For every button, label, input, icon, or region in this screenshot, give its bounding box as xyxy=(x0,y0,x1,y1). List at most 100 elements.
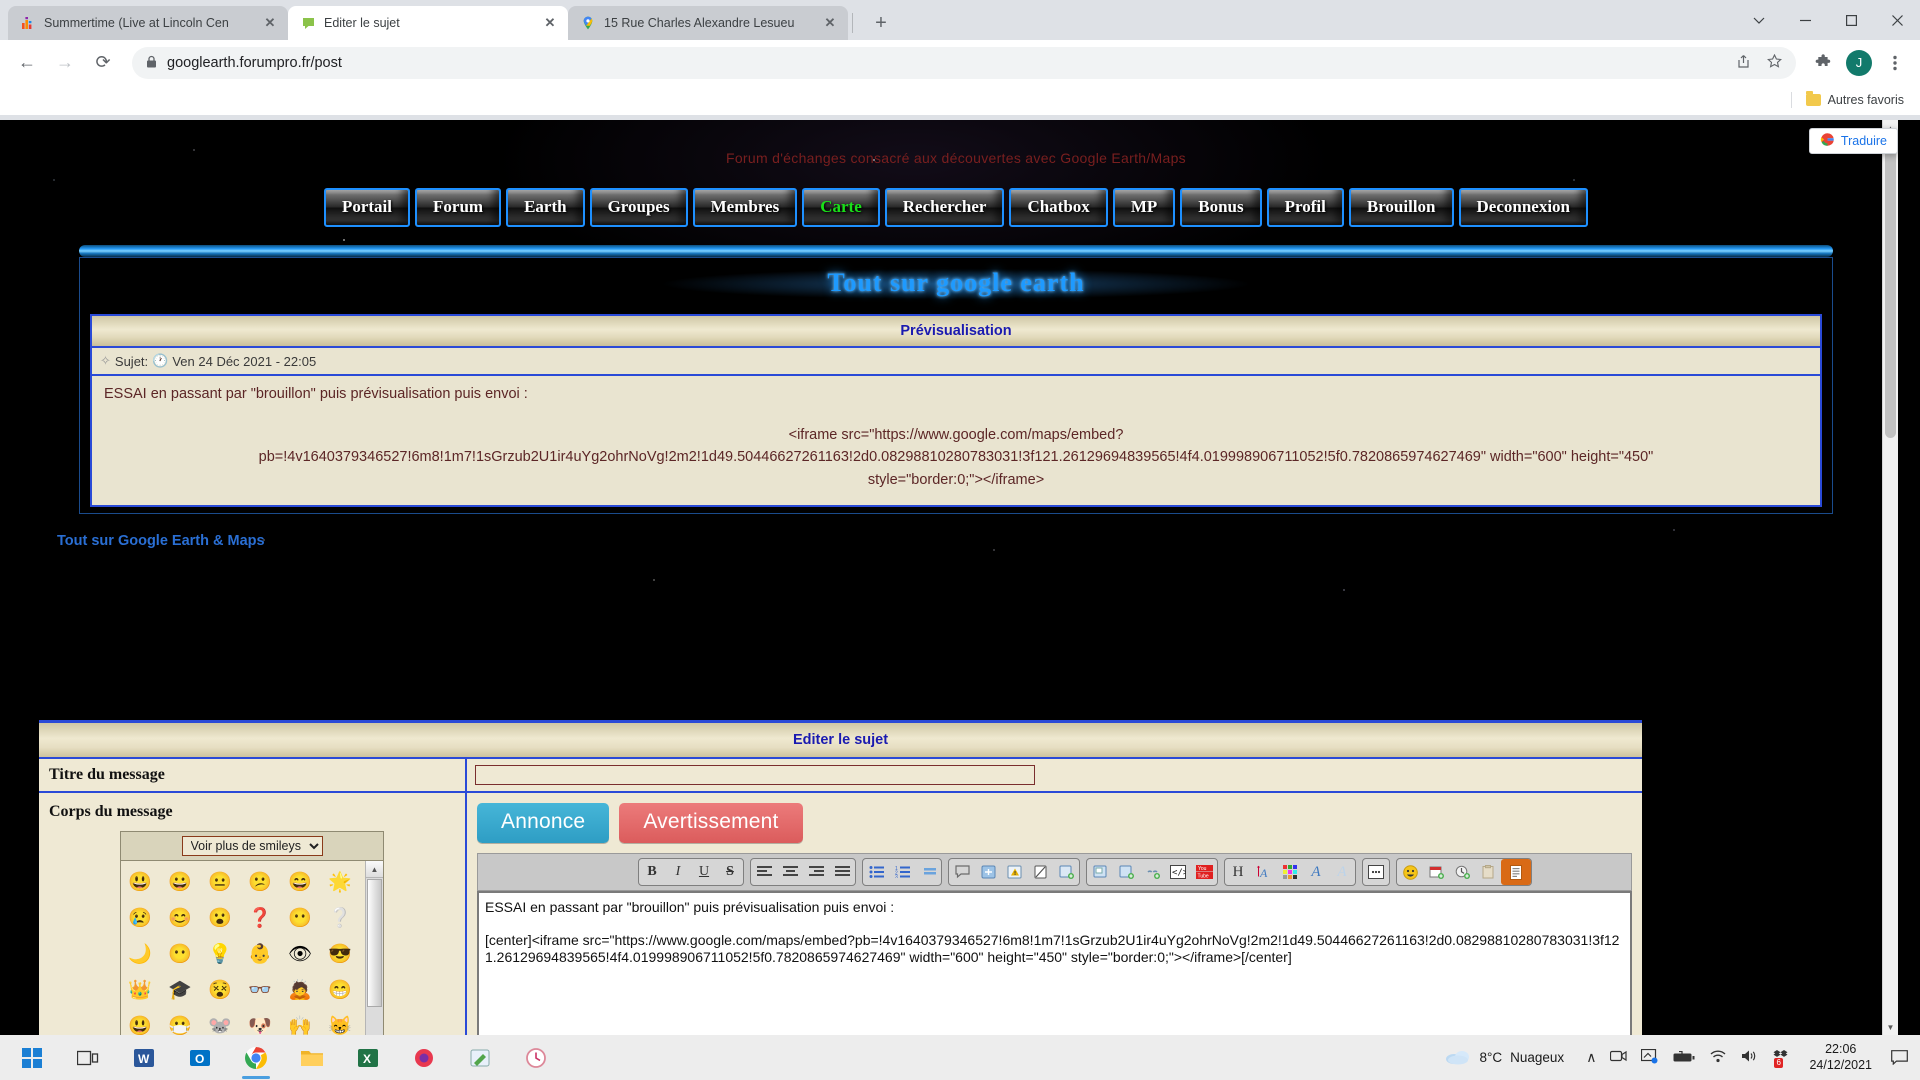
align-justify-icon[interactable] xyxy=(829,859,855,885)
align-center-icon[interactable] xyxy=(777,859,803,885)
smiley-item[interactable]: 😎 xyxy=(327,941,353,967)
window-minimize-button[interactable] xyxy=(1736,0,1782,40)
nav-forum[interactable]: Forum xyxy=(415,188,502,227)
browser-tab-1[interactable]: Summertime (Live at Lincoln Cen ✕ xyxy=(8,6,288,40)
clock-app-icon[interactable] xyxy=(508,1035,564,1080)
strikethrough-icon[interactable]: S xyxy=(717,859,743,885)
add-image-icon[interactable] xyxy=(1113,859,1139,885)
smiley-item[interactable]: 🌟 xyxy=(327,869,353,895)
meet-icon[interactable] xyxy=(1610,1049,1628,1066)
indent-icon[interactable] xyxy=(915,859,941,885)
tab-close-button[interactable]: ✕ xyxy=(542,15,558,31)
smiley-item[interactable]: 🎓 xyxy=(167,977,193,1003)
tray-expand-icon[interactable]: ∧ xyxy=(1586,1049,1596,1066)
nav-portail[interactable]: Portail xyxy=(323,188,411,227)
link-icon[interactable] xyxy=(1139,859,1165,885)
file-explorer-icon[interactable] xyxy=(284,1035,340,1080)
more-smileys-select[interactable]: Voir plus de smileys xyxy=(181,836,323,856)
nav-bonus[interactable]: Bonus xyxy=(1180,188,1262,227)
smiley-item[interactable]: 😮 xyxy=(207,905,233,931)
dropbox-icon[interactable]: 6 xyxy=(1773,1049,1789,1068)
font-family-icon[interactable]: A xyxy=(1303,859,1329,885)
scrollbar-thumb[interactable] xyxy=(367,879,382,1007)
smiley-scrollbar[interactable]: ▲ ▼ xyxy=(365,861,383,1035)
warning-box-icon[interactable] xyxy=(1001,859,1027,885)
smiley-icon[interactable] xyxy=(1397,859,1423,885)
nav-groupes[interactable]: Groupes xyxy=(589,188,688,227)
align-right-icon[interactable] xyxy=(803,859,829,885)
nav-rechercher[interactable]: Rechercher xyxy=(884,188,1005,227)
address-bar[interactable]: googlearth.forumpro.fr/post xyxy=(132,46,1796,79)
paint-icon[interactable] xyxy=(452,1035,508,1080)
star-icon[interactable] xyxy=(1767,53,1782,72)
forum-footer-link[interactable]: Tout sur Google Earth & Maps xyxy=(57,533,265,549)
numbered-list-icon[interactable]: 123 xyxy=(889,859,915,885)
smiley-item[interactable]: 🙇 xyxy=(287,977,313,1003)
avatar[interactable]: J xyxy=(1846,49,1872,76)
nav-earth[interactable]: Earth xyxy=(506,188,585,227)
window-restore-button[interactable] xyxy=(1782,0,1828,40)
smiley-item[interactable]: ❓ xyxy=(247,905,273,931)
add-box-icon[interactable] xyxy=(1053,859,1079,885)
remove-format-icon[interactable]: A xyxy=(1329,859,1355,885)
share-icon[interactable] xyxy=(1736,54,1751,72)
smiley-item[interactable]: 😢 xyxy=(127,905,153,931)
three-dots-vertical-icon[interactable] xyxy=(1880,48,1910,78)
quote-icon[interactable] xyxy=(949,859,975,885)
calendar-icon[interactable] xyxy=(1423,859,1449,885)
smiley-item[interactable]: 😃 xyxy=(127,1013,153,1036)
windows-start-icon[interactable] xyxy=(4,1035,60,1080)
smiley-item[interactable]: 😐 xyxy=(207,869,233,895)
smiley-item[interactable]: 🐭 xyxy=(207,1013,233,1036)
nav-mp[interactable]: MP xyxy=(1112,188,1176,227)
underline-icon[interactable]: U xyxy=(691,859,717,885)
avertissement-button[interactable]: Avertissement xyxy=(619,803,803,843)
window-close-button[interactable] xyxy=(1874,0,1920,40)
smiley-item[interactable]: ❔ xyxy=(327,905,353,931)
smiley-item[interactable]: 👑 xyxy=(127,977,153,1003)
smiley-item[interactable]: 😶 xyxy=(167,941,193,967)
task-view-icon[interactable] xyxy=(60,1035,116,1080)
italic-icon[interactable]: I xyxy=(665,859,691,885)
notification-icon[interactable] xyxy=(1882,1035,1916,1080)
photo-editor-icon[interactable] xyxy=(396,1035,452,1080)
scroll-up-arrow-icon[interactable]: ▲ xyxy=(366,861,383,878)
translate-popup[interactable]: Traduire xyxy=(1808,128,1898,154)
smiley-item[interactable]: 😶 xyxy=(287,905,313,931)
battery-icon[interactable] xyxy=(1673,1050,1695,1066)
smiley-item[interactable]: 😃 xyxy=(127,869,153,895)
taskbar-clock[interactable]: 22:06 24/12/2021 xyxy=(1799,1042,1882,1073)
new-tab-button[interactable]: + xyxy=(867,9,895,37)
chrome-icon[interactable] xyxy=(228,1035,284,1080)
draft-icon[interactable] xyxy=(1501,859,1531,885)
smiley-panel[interactable]: 😃 😀 😐 😕 😄 🌟 😢 😊 😮 ❓ 😶 ❔ 🌙 😶 💡 👶 👁 😎 👑 🎓 … xyxy=(120,861,384,1035)
history-icon[interactable] xyxy=(1449,859,1475,885)
smiley-item[interactable]: 😊 xyxy=(167,905,193,931)
hide-box-icon[interactable] xyxy=(1027,859,1053,885)
weather-widget[interactable]: 8°C Nuageux xyxy=(1433,1047,1576,1068)
smiley-item[interactable]: 🙌 xyxy=(287,1013,313,1036)
outlook-icon[interactable]: O xyxy=(172,1035,228,1080)
paste-icon[interactable] xyxy=(1475,859,1501,885)
smiley-item[interactable]: 😵 xyxy=(207,977,233,1003)
tab-close-button[interactable]: ✕ xyxy=(262,15,278,31)
more-options-icon[interactable] xyxy=(1363,859,1389,885)
tab-close-button[interactable]: ✕ xyxy=(822,15,838,31)
back-button[interactable]: ← xyxy=(10,46,44,80)
puzzle-icon[interactable] xyxy=(1808,48,1838,78)
window-maximize-button[interactable] xyxy=(1828,0,1874,40)
heading-icon[interactable]: H xyxy=(1225,859,1251,885)
wifi-icon[interactable] xyxy=(1709,1049,1727,1066)
smiley-item[interactable]: 😷 xyxy=(167,1013,193,1036)
smiley-item[interactable]: 🌙 xyxy=(127,941,153,967)
page-scroll-down-icon[interactable]: ▼ xyxy=(1883,1019,1898,1035)
font-size-icon[interactable]: A xyxy=(1251,859,1277,885)
font-color-icon[interactable] xyxy=(1277,859,1303,885)
image-icon[interactable] xyxy=(1087,859,1113,885)
nav-brouillon[interactable]: Brouillon xyxy=(1348,188,1454,227)
nav-profil[interactable]: Profil xyxy=(1266,188,1344,227)
reload-button[interactable]: ⟳ xyxy=(86,46,120,80)
smiley-item[interactable]: 👶 xyxy=(247,941,273,967)
smiley-item[interactable]: 😁 xyxy=(327,977,353,1003)
excel-icon[interactable]: X xyxy=(340,1035,396,1080)
